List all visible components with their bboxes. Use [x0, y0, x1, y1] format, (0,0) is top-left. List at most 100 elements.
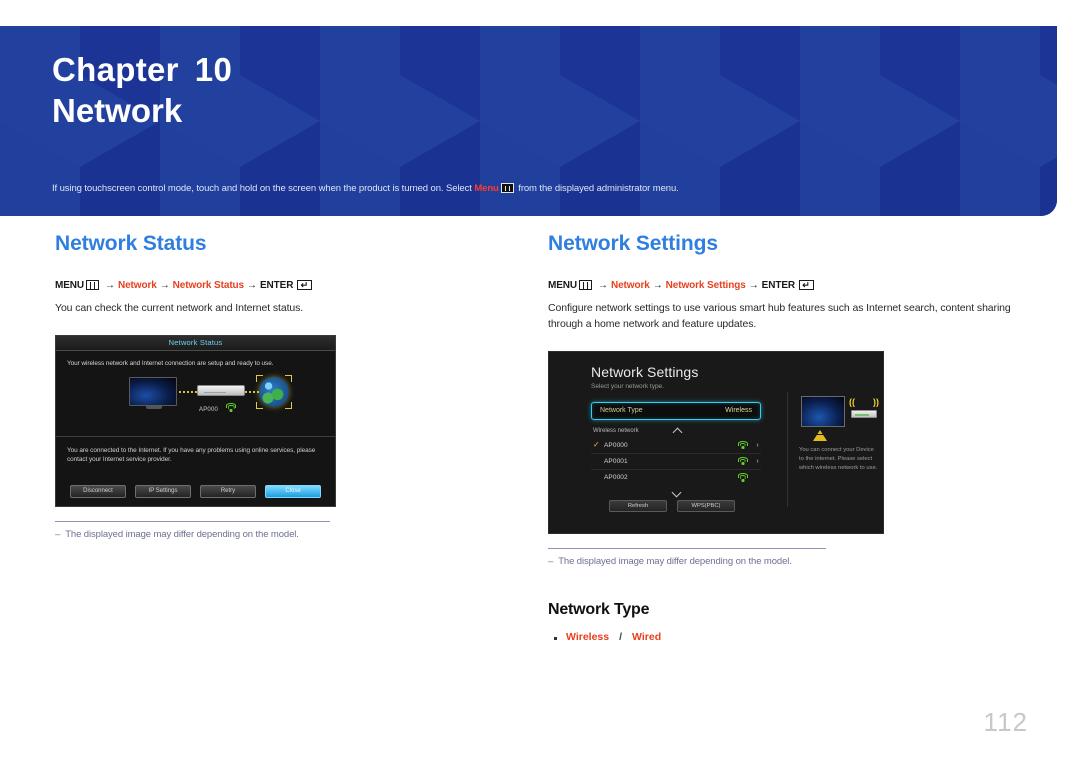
nset-ap-name: AP0000 [604, 441, 628, 449]
chapter-title: Network [52, 91, 183, 129]
subsection-title: Network Type [548, 600, 650, 618]
nset-side-panel: (( )) You can connect your Device to the… [799, 388, 879, 474]
banner-note-after: from the displayed administrator menu. [515, 183, 679, 194]
left-path-step2: Network Status [172, 280, 245, 291]
chevron-right-icon[interactable]: › [754, 442, 761, 449]
ns-title: Network Status [168, 338, 223, 348]
wifi-icon [737, 456, 748, 465]
wifi-icon [737, 440, 748, 449]
path-arrow: → [748, 280, 759, 291]
globe-spark [285, 374, 292, 382]
chevron-right-icon[interactable]: › [754, 458, 761, 465]
right-menu-path: MENU → Network → Network Settings → ENTER ↵ [548, 280, 1028, 291]
path-arrow: → [652, 280, 663, 291]
option-wireless: Wireless [566, 630, 610, 643]
right-path-step1: Network [610, 280, 650, 291]
ns-lower-body: You are connected to the Internet. If yo… [56, 437, 335, 465]
subsection-bullet: Wireless / Wired [548, 631, 1028, 643]
ns-ip-settings-button[interactable]: IP Settings [135, 484, 191, 498]
right-menu-label: MENU [548, 280, 578, 291]
check-icon: ✓ [593, 440, 600, 449]
wifi-icon [226, 403, 237, 412]
page-number: 112 [983, 707, 1028, 737]
nset-network-type-label: Network Type [600, 407, 643, 414]
menu-icon [500, 183, 514, 193]
ns-ap-label: AP000 [199, 406, 219, 413]
left-section-title: Network Status [55, 232, 207, 255]
option-wired: Wired [632, 630, 662, 643]
left-description: You can check the current network and In… [55, 302, 304, 314]
chevron-down-icon[interactable] [672, 488, 681, 497]
ns-ap-label-row: AP000 [199, 403, 237, 413]
ns-upper-body: Your wireless network and Internet conne… [56, 351, 335, 433]
chapter-banner: Chapter 10 Network If using touchscreen c… [0, 26, 1057, 216]
nset-ap-name: AP0001 [604, 457, 628, 465]
ns-button-row: Disconnect IP Settings Retry Close [56, 484, 335, 498]
right-section-title: Network Settings [548, 232, 718, 255]
ns-disconnect-button[interactable]: Disconnect [70, 484, 126, 498]
globe-spark [256, 374, 263, 382]
caption-text: The displayed image may differ depending… [558, 555, 792, 567]
chevron-up-icon[interactable] [673, 427, 682, 436]
path-arrow: → [598, 280, 608, 291]
nset-ap-name: AP0002 [604, 474, 628, 481]
caption-text: The displayed image may differ depending… [65, 528, 299, 540]
nset-network-type-row[interactable]: Network Type Wireless [591, 401, 761, 420]
router-icon [197, 384, 245, 396]
network-settings-screenshot: Network Settings Select your network typ… [548, 350, 884, 534]
ns-titlebar: Network Status [56, 335, 335, 351]
link-dots-left [179, 390, 197, 393]
banner-note: If using touchscreen control mode, touch… [52, 183, 679, 194]
tv-icon [801, 395, 845, 427]
nset-ap-row[interactable]: AP0001 › [591, 454, 761, 470]
caption-dash: – [55, 528, 61, 540]
ns-close-button[interactable]: Close [265, 484, 321, 498]
globe-spark [256, 401, 263, 409]
nset-wps-button[interactable]: WPS(PBC) [677, 499, 735, 512]
nset-vertical-divider [787, 391, 788, 507]
left-caption-rule [55, 520, 330, 522]
menu-icon [579, 280, 593, 290]
nset-ap-row[interactable]: AP0002 [591, 470, 761, 486]
right-caption-note: – The displayed image may differ dependin… [548, 556, 1028, 567]
left-caption-note: – The displayed image may differ dependin… [55, 529, 505, 540]
bullet-dot-icon [554, 636, 557, 640]
globe-spark [285, 401, 292, 409]
left-menu-path: MENU → Network → Network Status → ENTER ↵ [55, 280, 505, 291]
path-arrow: → [247, 280, 257, 291]
left-menu-label: MENU [55, 280, 85, 291]
option-separator: / [619, 630, 623, 643]
manual-page: Chapter 10 Network If using touchscreen c… [0, 0, 1080, 763]
nset-title: Network Settings [591, 363, 699, 380]
nset-refresh-button[interactable]: Refresh [609, 499, 667, 512]
wifi-icon [737, 473, 748, 482]
nset-wireless-network-header: Wireless network [591, 427, 761, 436]
path-arrow: → [105, 280, 115, 291]
right-path-step2: Network Settings [665, 280, 746, 291]
chapter-heading: Chapter 10 [52, 48, 1057, 92]
ns-message: You are connected to the Internet. If yo… [67, 446, 316, 464]
right-caption-rule [548, 547, 826, 549]
globe-icon [256, 374, 292, 409]
nset-ap-list: ✓ AP0000 › AP0001 › AP0002 [591, 438, 761, 486]
caption-dash: – [548, 555, 554, 567]
signal-wave-right-icon: )) [873, 396, 879, 407]
nset-ap-row[interactable]: ✓ AP0000 › [591, 438, 761, 454]
tv-icon [129, 376, 177, 409]
enter-icon: ↵ [297, 280, 313, 290]
ns-connection-diagram: AP000 [67, 371, 324, 433]
traffic-cone-icon [813, 429, 827, 441]
chapter-number: 10 [194, 51, 233, 88]
signal-wave-left-icon: (( [849, 396, 855, 407]
router-icon [851, 409, 877, 418]
left-path-step1: Network [117, 280, 157, 291]
menu-icon [86, 280, 100, 290]
ns-status-line: Your wireless network and Internet conne… [67, 359, 274, 367]
nset-inner: Network Settings Select your network typ… [549, 352, 883, 533]
ns-retry-button[interactable]: Retry [200, 484, 256, 498]
nset-button-row: Refresh WPS(PBC) [609, 499, 795, 512]
path-arrow: → [159, 280, 170, 291]
nset-network-type-value: Wireless [725, 407, 752, 414]
network-status-screenshot: Network Status Your wireless network and… [55, 334, 336, 507]
banner-text-block: Chapter 10 Network [0, 26, 1057, 132]
